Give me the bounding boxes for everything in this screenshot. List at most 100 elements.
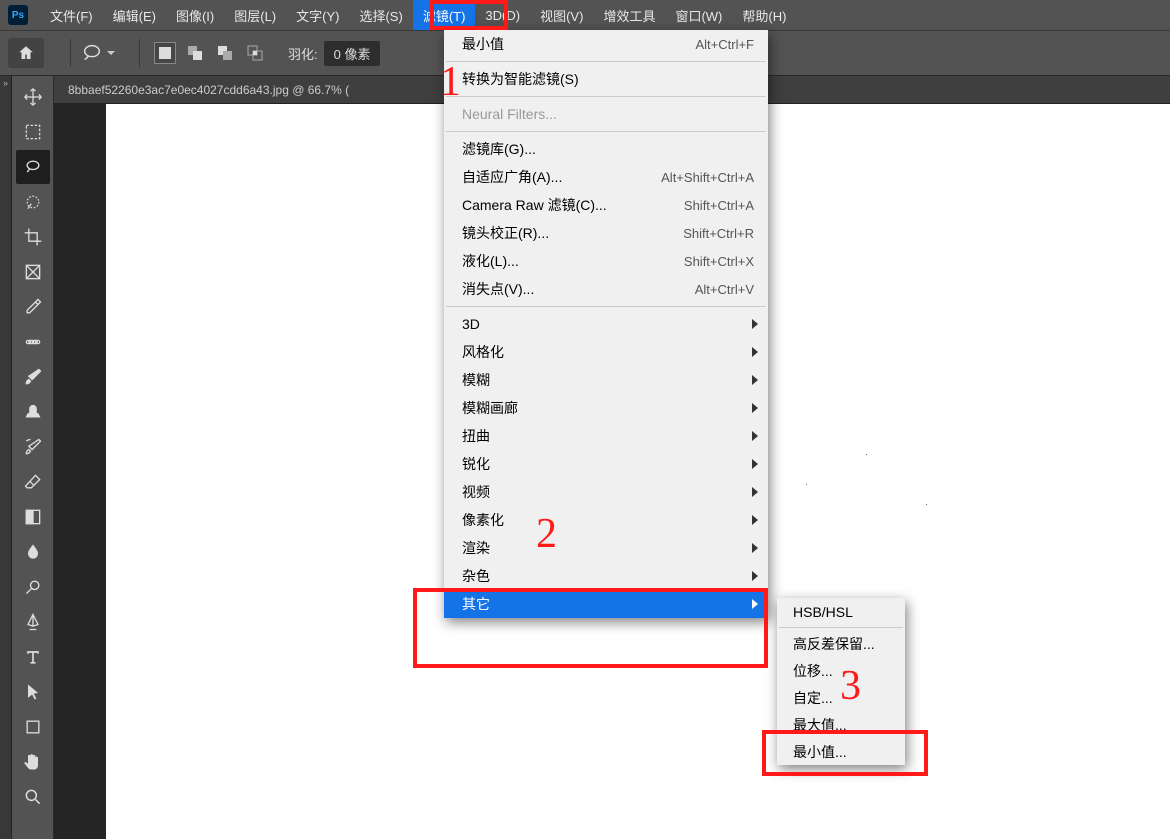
shape-tool[interactable] [16, 710, 50, 744]
home-button[interactable] [8, 38, 44, 68]
pen-tool[interactable] [16, 605, 50, 639]
menu-plugins[interactable]: 增效工具 [593, 0, 665, 30]
submenu-high-pass[interactable]: 高反差保留... [777, 630, 905, 657]
submenu-caret-icon [752, 515, 758, 525]
healing-brush-tool[interactable] [16, 325, 50, 359]
selection-new-icon[interactable] [154, 42, 176, 64]
gradient-tool[interactable] [16, 500, 50, 534]
menu-window[interactable]: 窗口(W) [665, 0, 732, 30]
menu-item-label: 消失点(V)... [462, 279, 534, 299]
panel-collapse-strip[interactable]: » [0, 76, 12, 839]
menu-3d[interactable]: 3D(D) [475, 0, 530, 30]
path-selection-tool[interactable] [16, 675, 50, 709]
submenu-offset[interactable]: 位移... [777, 657, 905, 684]
menu-vanishing-point[interactable]: 消失点(V)... Alt+Ctrl+V [444, 275, 768, 303]
divider [139, 39, 140, 67]
menu-3d-submenu[interactable]: 3D [444, 310, 768, 338]
menu-item-label: 像素化 [462, 510, 504, 530]
menu-item-label: 液化(L)... [462, 251, 519, 271]
menu-shortcut: Alt+Ctrl+F [695, 37, 754, 52]
menu-item-label: 最小值 [462, 34, 504, 54]
menu-edit[interactable]: 编辑(E) [103, 0, 166, 30]
menu-adaptive-wide-angle[interactable]: 自适应广角(A)...Alt+Shift+Ctrl+A [444, 163, 768, 191]
menu-sharpen-submenu[interactable]: 锐化 [444, 450, 768, 478]
menu-item-label: Neural Filters... [462, 106, 557, 122]
menu-item-label: 模糊画廊 [462, 398, 518, 418]
menu-other-submenu[interactable]: 其它 [444, 590, 768, 618]
dodge-tool[interactable] [16, 570, 50, 604]
submenu-caret-icon [752, 599, 758, 609]
crop-tool[interactable] [16, 220, 50, 254]
submenu-caret-icon [752, 319, 758, 329]
submenu-custom[interactable]: 自定... [777, 684, 905, 711]
menu-item-label: 杂色 [462, 566, 490, 586]
submenu-caret-icon [752, 571, 758, 581]
menu-layer[interactable]: 图层(L) [224, 0, 286, 30]
quick-selection-tool[interactable] [16, 185, 50, 219]
menu-video-submenu[interactable]: 视频 [444, 478, 768, 506]
menu-noise-submenu[interactable]: 杂色 [444, 562, 768, 590]
menu-blur-submenu[interactable]: 模糊 [444, 366, 768, 394]
menu-shortcut: Alt+Ctrl+V [695, 282, 754, 297]
menu-file[interactable]: 文件(F) [40, 0, 103, 30]
submenu-caret-icon [752, 347, 758, 357]
feather-input[interactable]: 0 像素 [324, 41, 381, 66]
selection-intersect-icon[interactable] [244, 42, 266, 64]
submenu-maximum[interactable]: 最大值... [777, 711, 905, 738]
menu-filter-gallery[interactable]: 滤镜库(G)... [444, 135, 768, 163]
menu-liquify[interactable]: 液化(L)... Shift+Ctrl+X [444, 247, 768, 275]
submenu-minimum[interactable]: 最小值... [777, 738, 905, 765]
menu-stylize-submenu[interactable]: 风格化 [444, 338, 768, 366]
menu-item-label: 视频 [462, 482, 490, 502]
submenu-caret-icon [752, 487, 758, 497]
menu-last-filter[interactable]: 最小值 Alt+Ctrl+F [444, 30, 768, 58]
eyedropper-tool[interactable] [16, 290, 50, 324]
menu-item-label: 风格化 [462, 342, 504, 362]
frame-tool[interactable] [16, 255, 50, 289]
history-brush-tool[interactable] [16, 430, 50, 464]
menu-neural-filters[interactable]: Neural Filters... [444, 100, 768, 128]
menu-convert-smart-filter[interactable]: 转换为智能滤镜(S) [444, 65, 768, 93]
feather-label: 羽化: [288, 44, 318, 63]
menu-pixelate-submenu[interactable]: 像素化 [444, 506, 768, 534]
home-icon [17, 44, 35, 62]
menu-camera-raw-filter[interactable]: Camera Raw 滤镜(C)...Shift+Ctrl+A [444, 191, 768, 219]
marquee-tool[interactable] [16, 115, 50, 149]
menu-view[interactable]: 视图(V) [530, 0, 593, 30]
menu-separator [446, 306, 766, 307]
menu-item-label: 镜头校正(R)... [462, 223, 549, 243]
menu-help[interactable]: 帮助(H) [732, 0, 796, 30]
zoom-tool[interactable] [16, 780, 50, 814]
menu-item-label: 锐化 [462, 454, 490, 474]
menu-render-submenu[interactable]: 渲染 [444, 534, 768, 562]
submenu-caret-icon [752, 403, 758, 413]
menu-separator [446, 61, 766, 62]
menu-select[interactable]: 选择(S) [349, 0, 412, 30]
menu-lens-correction[interactable]: 镜头校正(R)...Shift+Ctrl+R [444, 219, 768, 247]
lasso-tool[interactable] [16, 150, 50, 184]
menu-shortcut: Shift+Ctrl+X [684, 254, 754, 269]
menu-filter[interactable]: 滤镜(T) [413, 0, 476, 30]
eraser-tool[interactable] [16, 465, 50, 499]
menu-image[interactable]: 图像(I) [166, 0, 224, 30]
brush-tool[interactable] [16, 360, 50, 394]
ps-logo-icon: Ps [8, 5, 28, 25]
lasso-icon [81, 42, 103, 64]
submenu-caret-icon [752, 543, 758, 553]
menu-type[interactable]: 文字(Y) [286, 0, 349, 30]
clone-stamp-tool[interactable] [16, 395, 50, 429]
menu-blur-gallery-submenu[interactable]: 模糊画廊 [444, 394, 768, 422]
selection-add-icon[interactable] [184, 42, 206, 64]
type-tool[interactable] [16, 640, 50, 674]
tool-preset-dropdown[interactable] [107, 51, 115, 55]
submenu-hsb-hsl[interactable]: HSB/HSL [777, 598, 905, 625]
menu-shortcut: Alt+Shift+Ctrl+A [661, 170, 754, 185]
blur-tool[interactable] [16, 535, 50, 569]
move-tool[interactable] [16, 80, 50, 114]
submenu-caret-icon [752, 375, 758, 385]
selection-subtract-icon[interactable] [214, 42, 236, 64]
menu-distort-submenu[interactable]: 扭曲 [444, 422, 768, 450]
hand-tool[interactable] [16, 745, 50, 779]
menu-item-label: 渲染 [462, 538, 490, 558]
menubar: Ps 文件(F) 编辑(E) 图像(I) 图层(L) 文字(Y) 选择(S) 滤… [0, 0, 1170, 30]
